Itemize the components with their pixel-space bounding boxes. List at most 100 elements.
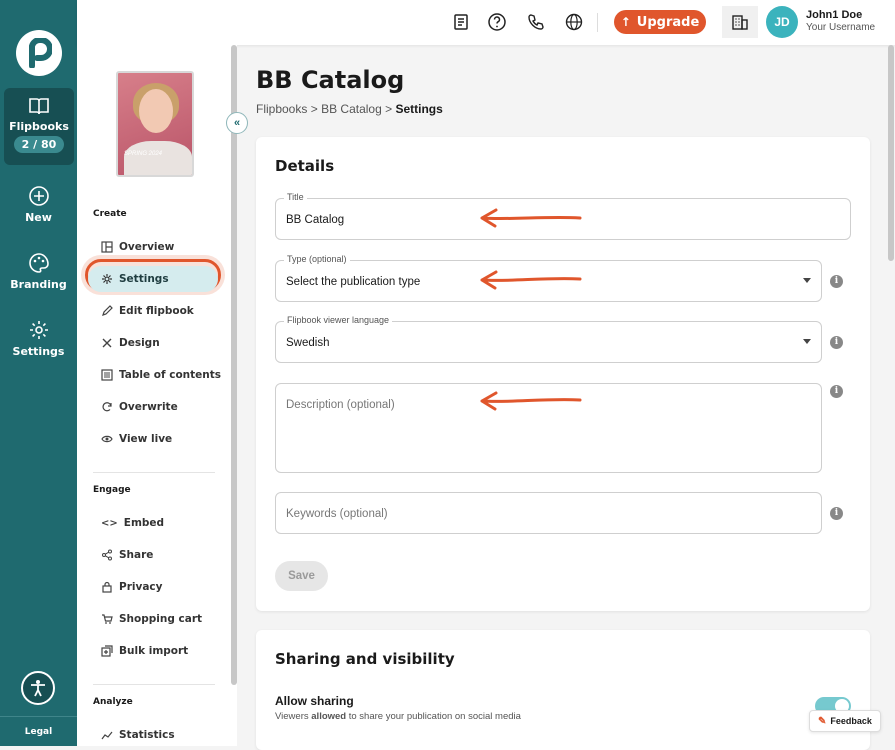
section-create: Create bbox=[93, 209, 127, 219]
menu-label: Bulk import bbox=[119, 645, 189, 657]
chart-icon bbox=[101, 731, 113, 740]
desc-bold: allowed bbox=[311, 711, 347, 722]
menu-shopping-cart[interactable]: Shopping cart bbox=[101, 613, 202, 625]
left-rail: Flipbooks 2 / 80 New Branding Settings L… bbox=[0, 0, 77, 746]
breadcrumb-catalog[interactable]: BB Catalog bbox=[321, 102, 382, 116]
info-icon[interactable]: i bbox=[830, 336, 843, 349]
menu-label: Table of contents bbox=[119, 369, 222, 381]
top-bar: ↑ Upgrade JD John1 Doe Your Username bbox=[77, 0, 895, 45]
breadcrumb-current: Settings bbox=[395, 102, 443, 116]
info-icon[interactable]: i bbox=[830, 385, 843, 398]
chevron-down-icon bbox=[803, 339, 811, 344]
feedback-button[interactable]: ✎ Feedback bbox=[809, 710, 881, 732]
menu-edit-flipbook[interactable]: Edit flipbook bbox=[101, 305, 194, 317]
collapse-sidebar-button[interactable]: « bbox=[226, 112, 248, 134]
menu-label: Embed bbox=[123, 517, 165, 529]
list-icon bbox=[101, 369, 113, 381]
title-value: BB Catalog bbox=[286, 214, 345, 226]
menu-view-live[interactable]: View live bbox=[101, 433, 172, 445]
avatar[interactable]: JD bbox=[766, 6, 798, 38]
keywords-input[interactable]: Keywords (optional) bbox=[275, 492, 822, 534]
desc-part: Viewers bbox=[275, 711, 312, 722]
menu-label: Settings bbox=[119, 273, 169, 285]
menu-share[interactable]: Share bbox=[101, 549, 153, 561]
breadcrumb-separator: > bbox=[310, 102, 318, 116]
menu-label: Overwrite bbox=[119, 401, 178, 413]
desc-part: to share your publication on social medi… bbox=[346, 711, 521, 722]
page-title: BB Catalog bbox=[256, 66, 405, 94]
breadcrumb-separator: > bbox=[385, 102, 393, 116]
share-icon bbox=[102, 549, 112, 561]
flipbook-count-badge: 2 / 80 bbox=[13, 136, 65, 153]
menu-statistics[interactable]: Statistics bbox=[101, 729, 175, 741]
import-icon bbox=[101, 645, 113, 657]
sharing-card: Sharing and visibility Allow sharing Vie… bbox=[256, 630, 870, 750]
title-label: Title bbox=[284, 192, 307, 202]
thumbnail-face bbox=[139, 89, 173, 133]
language-select[interactable]: Flipbook viewer language Swedish bbox=[275, 315, 822, 363]
help-icon[interactable] bbox=[487, 12, 507, 32]
breadcrumb-flipbooks[interactable]: Flipbooks bbox=[256, 102, 307, 116]
menu-design[interactable]: Design bbox=[101, 337, 160, 349]
description-placeholder: Description (optional) bbox=[286, 399, 395, 411]
sidebar-scrollbar[interactable] bbox=[231, 45, 237, 685]
menu-settings[interactable]: Settings bbox=[88, 266, 218, 292]
menu-overwrite[interactable]: Overwrite bbox=[101, 401, 178, 413]
rail-label-branding: Branding bbox=[10, 278, 67, 291]
feedback-label: Feedback bbox=[830, 716, 872, 726]
menu-label: View live bbox=[119, 433, 173, 445]
document-icon[interactable] bbox=[451, 12, 471, 32]
flipbook-thumbnail[interactable]: SPRING 2024 bbox=[116, 71, 194, 177]
details-heading: Details bbox=[275, 157, 335, 175]
menu-label: Overview bbox=[119, 241, 175, 253]
save-button[interactable]: Save bbox=[275, 561, 328, 591]
section-engage: Engage bbox=[93, 485, 131, 495]
palette-icon bbox=[28, 253, 49, 273]
pencil-icon bbox=[102, 305, 113, 316]
building-icon bbox=[732, 15, 748, 30]
sharing-heading: Sharing and visibility bbox=[275, 650, 455, 668]
menu-overview[interactable]: Overview bbox=[101, 241, 174, 253]
info-icon[interactable]: i bbox=[830, 275, 843, 288]
menu-label: Edit flipbook bbox=[119, 305, 194, 317]
menu-label: Statistics bbox=[119, 729, 175, 741]
language-value: Swedish bbox=[286, 337, 330, 349]
user-username: Your Username bbox=[806, 22, 876, 33]
app-logo[interactable] bbox=[16, 30, 62, 76]
accessibility-icon bbox=[31, 680, 45, 697]
annotation-arrow bbox=[480, 270, 582, 290]
menu-label: Privacy bbox=[119, 581, 163, 593]
menu-bulk-import[interactable]: Bulk import bbox=[101, 645, 188, 657]
upgrade-button[interactable]: ↑ Upgrade bbox=[614, 10, 706, 34]
topbar-divider bbox=[597, 13, 598, 32]
main-scrollbar[interactable] bbox=[888, 45, 894, 261]
organization-button[interactable] bbox=[722, 6, 758, 38]
gear-icon bbox=[102, 274, 112, 284]
legal-link[interactable]: Legal bbox=[0, 716, 77, 737]
chevron-down-icon bbox=[803, 278, 811, 283]
rail-item-flipbooks[interactable]: Flipbooks 2 / 80 bbox=[4, 88, 74, 165]
menu-privacy[interactable]: Privacy bbox=[101, 581, 162, 593]
code-icon: <> bbox=[101, 517, 118, 529]
eye-icon bbox=[101, 435, 113, 443]
rail-item-new[interactable]: New bbox=[0, 185, 77, 224]
globe-icon[interactable] bbox=[564, 12, 584, 32]
user-name: John1 Doe bbox=[806, 9, 863, 21]
upgrade-label: Upgrade bbox=[636, 14, 700, 30]
rail-item-branding[interactable]: Branding bbox=[0, 252, 77, 291]
keywords-placeholder: Keywords (optional) bbox=[286, 508, 388, 520]
menu-table-of-contents[interactable]: Table of contents bbox=[101, 369, 221, 381]
phone-icon[interactable] bbox=[526, 12, 546, 32]
thumbnail-text: SPRING 2024 bbox=[124, 151, 163, 157]
arrow-up-icon: ↑ bbox=[620, 15, 631, 29]
thumbnail-shirt bbox=[124, 141, 192, 175]
type-value: Select the publication type bbox=[286, 276, 421, 288]
rail-item-settings[interactable]: Settings bbox=[0, 319, 77, 358]
annotation-arrow bbox=[480, 208, 582, 228]
menu-embed[interactable]: <> Embed bbox=[101, 517, 164, 529]
feedback-icon: ✎ bbox=[818, 715, 827, 727]
menu-label: Shopping cart bbox=[119, 613, 203, 625]
sidebar-divider bbox=[93, 684, 215, 685]
info-icon[interactable]: i bbox=[830, 507, 843, 520]
accessibility-button[interactable] bbox=[21, 671, 55, 705]
